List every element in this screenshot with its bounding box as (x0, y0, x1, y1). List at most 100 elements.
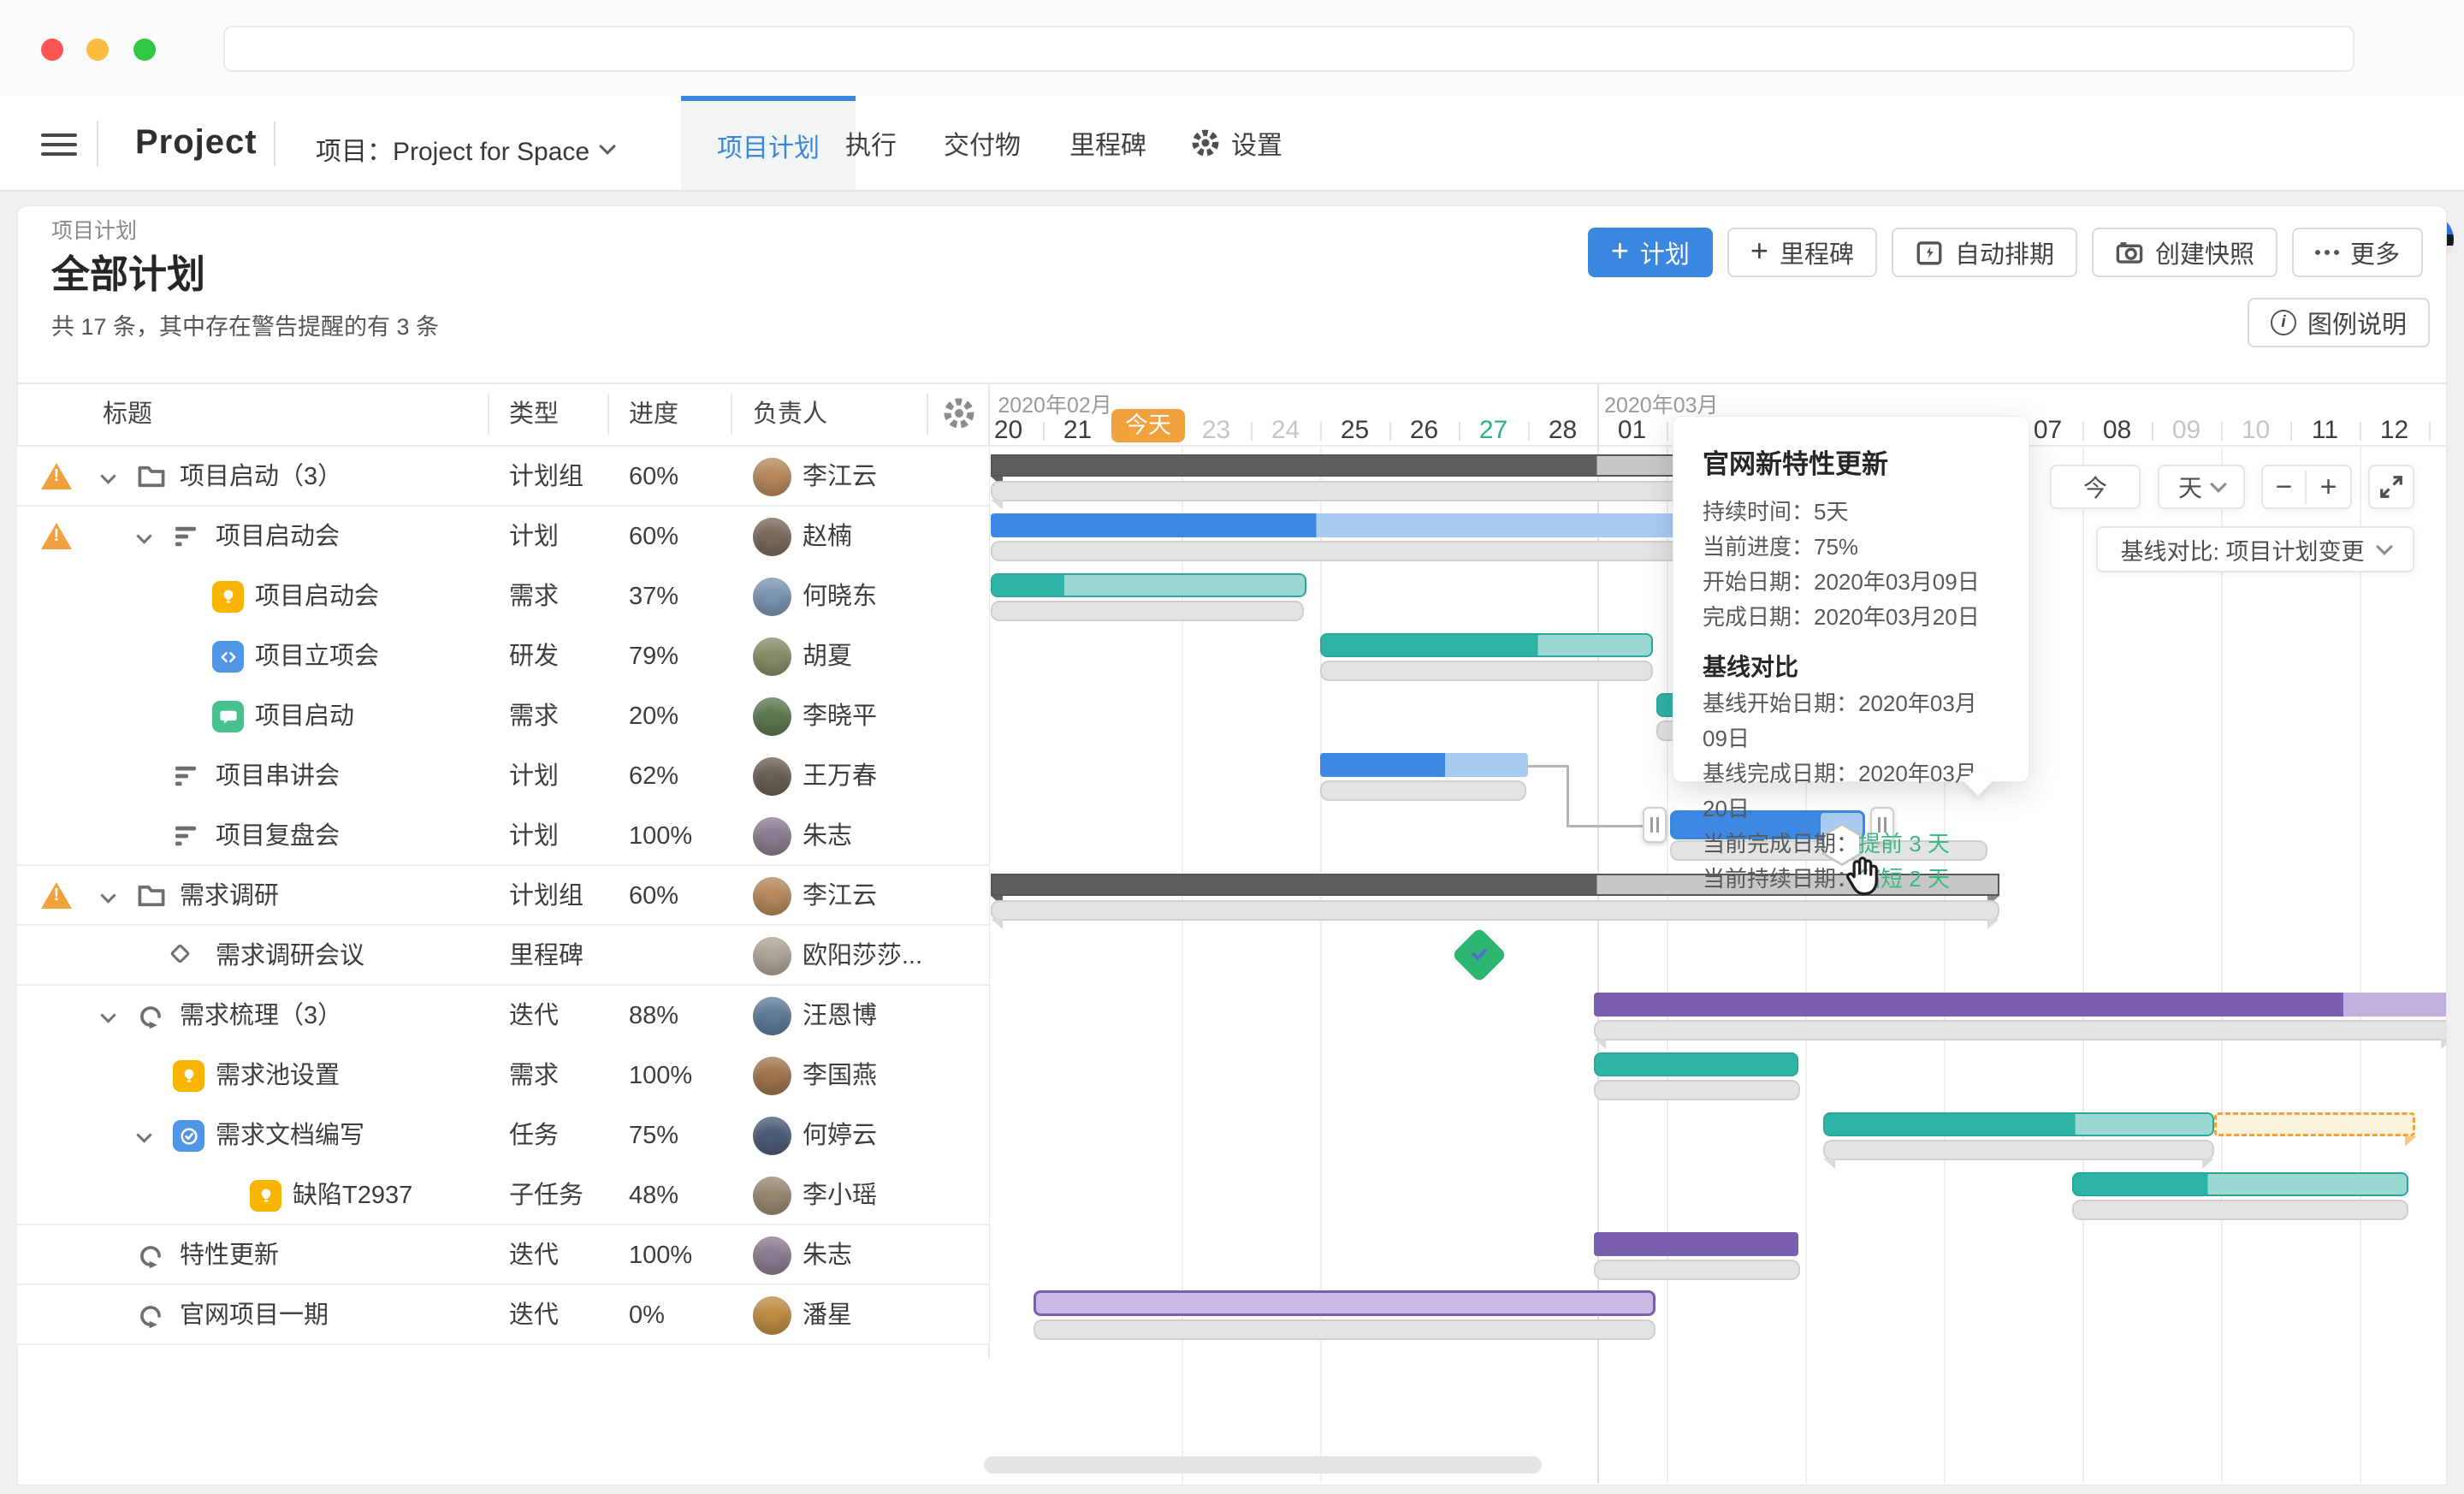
baseline-compare-dropdown[interactable]: 基线对比: 项目计划变更 (2096, 526, 2414, 572)
tooltip-line: 当前进度：75% (1703, 530, 1999, 565)
task-title[interactable]: 项目启动 (255, 686, 354, 746)
task-title[interactable]: 项目启动（3） (180, 447, 342, 507)
自动排期-button[interactable]: 自动排期 (1892, 228, 2077, 277)
table-row[interactable]: 需求调研计划组60%李江云 (17, 866, 989, 926)
gantt-bar[interactable] (2072, 1172, 2408, 1196)
add-plan-button[interactable]: + 计划 (1588, 228, 1713, 277)
tab-里程碑[interactable]: 里程碑 (1054, 96, 1162, 190)
table-row[interactable]: 需求梳理（3）迭代88%汪恩博 (17, 986, 989, 1046)
gantt-bar[interactable] (1320, 633, 1653, 657)
collapse-chevron-icon[interactable] (100, 887, 116, 903)
table-row[interactable]: 需求调研会议里程碑欧阳莎莎... (17, 926, 989, 986)
column-header-type[interactable]: 类型 (509, 382, 559, 447)
zoom-in-button[interactable]: + (2307, 471, 2350, 504)
menu-icon[interactable] (41, 133, 77, 156)
table-row[interactable]: 需求文档编写任务75%何婷云 (17, 1106, 989, 1165)
table-row[interactable]: 特性更新迭代100%朱志 (17, 1225, 989, 1285)
day-label: 28 (1528, 417, 1597, 444)
owner-name: 李江云 (803, 447, 877, 507)
里程碑-button[interactable]: +里程碑 (1727, 228, 1877, 277)
legend-button[interactable]: i 图例说明 (2248, 298, 2430, 347)
traffic-light-minimize-button[interactable] (86, 39, 109, 61)
table-row[interactable]: 官网项目一期迭代0%潘星 (17, 1285, 989, 1345)
gantt-bar[interactable] (1320, 753, 1528, 777)
task-title[interactable]: 项目立项会 (255, 626, 379, 686)
fullscreen-button[interactable] (2368, 465, 2414, 509)
创建快照-button[interactable]: 创建快照 (2092, 228, 2277, 277)
collapse-chevron-icon[interactable] (136, 1127, 151, 1142)
table-row[interactable]: 项目启动（3）计划组60%李江云 (17, 447, 989, 507)
gantt-bar[interactable] (1823, 1112, 2214, 1136)
chevron-down-icon (599, 138, 616, 155)
task-type: 迭代 (509, 1285, 559, 1345)
address-bar[interactable] (223, 26, 2354, 72)
task-title[interactable]: 需求文档编写 (216, 1106, 364, 1165)
project-selector[interactable]: 项目：Project for Space (316, 130, 613, 168)
button-label: 创建快照 (2155, 234, 2254, 270)
gantt-bar[interactable] (1594, 1052, 1798, 1076)
milestone-icon (169, 943, 190, 963)
table-row[interactable]: 项目启动会需求37%何晓东 (17, 566, 989, 626)
table-row[interactable]: 项目串讲会计划62%王万春 (17, 746, 989, 806)
milestone-diamond[interactable] (1452, 927, 1507, 982)
task-progress: 75% (629, 1106, 678, 1165)
traffic-light-close-button[interactable] (41, 39, 63, 61)
overdue-extension-bar[interactable] (2214, 1112, 2415, 1136)
tab-交付物[interactable]: 交付物 (928, 96, 1036, 190)
task-progress: 37% (629, 566, 678, 626)
day-label: 09 (2152, 417, 2221, 444)
task-title[interactable]: 需求池设置 (216, 1046, 340, 1106)
table-row[interactable]: 项目启动需求20%李晓平 (17, 686, 989, 746)
plan-icon (173, 823, 198, 853)
owner-name: 李晓平 (803, 686, 877, 746)
table-row[interactable]: 项目复盘会计划100%朱志 (17, 806, 989, 866)
time-unit-dropdown[interactable]: 天 (2158, 465, 2245, 509)
page-title: 全部计划 (51, 243, 205, 299)
table-row[interactable]: 缺陷T2937子任务48%李小瑶 (17, 1165, 989, 1225)
task-title[interactable]: 项目复盘会 (216, 806, 340, 866)
更多-button[interactable]: 更多 (2292, 228, 2423, 277)
table-row[interactable]: 项目立项会研发79%胡夏 (17, 626, 989, 686)
task-title[interactable]: 特性更新 (180, 1225, 279, 1285)
table-row[interactable]: 项目启动会计划60%赵楠 (17, 507, 989, 566)
tab-设置[interactable]: 设置 (1172, 96, 1299, 190)
table-row[interactable]: 需求池设置需求100%李国燕 (17, 1046, 989, 1106)
task-title[interactable]: 需求梳理（3） (180, 986, 342, 1046)
task-type: 需求 (509, 686, 559, 746)
owner-name: 王万春 (803, 746, 877, 806)
zoom-out-button[interactable]: − (2263, 471, 2307, 504)
horizontal-scrollbar[interactable] (984, 1456, 1542, 1473)
warning-icon (41, 882, 72, 909)
traffic-light-zoom-button[interactable] (133, 39, 156, 61)
dependency-connector (1528, 765, 1569, 768)
tab-label: 设置 (1231, 124, 1282, 162)
collapse-chevron-icon[interactable] (100, 1007, 116, 1023)
task-title[interactable]: 项目启动会 (255, 566, 379, 626)
gantt-bar[interactable] (1594, 1232, 1798, 1256)
gridline (2360, 447, 2361, 1484)
owner-name: 胡夏 (803, 626, 852, 686)
baseline-bar (1320, 780, 1526, 801)
column-header-progress[interactable]: 进度 (629, 382, 678, 447)
drag-handle-left[interactable] (1643, 807, 1667, 843)
gantt-bar[interactable] (1034, 1290, 1656, 1316)
gantt-bar[interactable] (991, 573, 1306, 597)
task-title[interactable]: 需求调研 (180, 866, 279, 926)
collapse-chevron-icon[interactable] (136, 528, 151, 543)
tooltip-line: 持续时间：5天 (1703, 495, 1999, 530)
tab-执行[interactable]: 执行 (817, 96, 925, 190)
task-title[interactable]: 项目启动会 (216, 507, 340, 566)
jump-today-button[interactable]: 今 (2050, 465, 2141, 509)
table-settings-button[interactable] (939, 394, 979, 437)
code-icon (212, 641, 244, 673)
column-header-owner[interactable]: 负责人 (753, 382, 827, 447)
collapse-chevron-icon[interactable] (100, 468, 116, 483)
task-title[interactable]: 官网项目一期 (180, 1285, 329, 1345)
task-title[interactable]: 项目串讲会 (216, 746, 340, 806)
tooltip-section-title: 基线对比 (1703, 649, 1999, 683)
column-header-title[interactable]: 标题 (103, 382, 152, 447)
task-title[interactable]: 需求调研会议 (216, 926, 364, 986)
task-type: 需求 (509, 566, 559, 626)
task-title[interactable]: 缺陷T2937 (293, 1165, 412, 1225)
gantt-bar[interactable] (1594, 993, 2446, 1017)
